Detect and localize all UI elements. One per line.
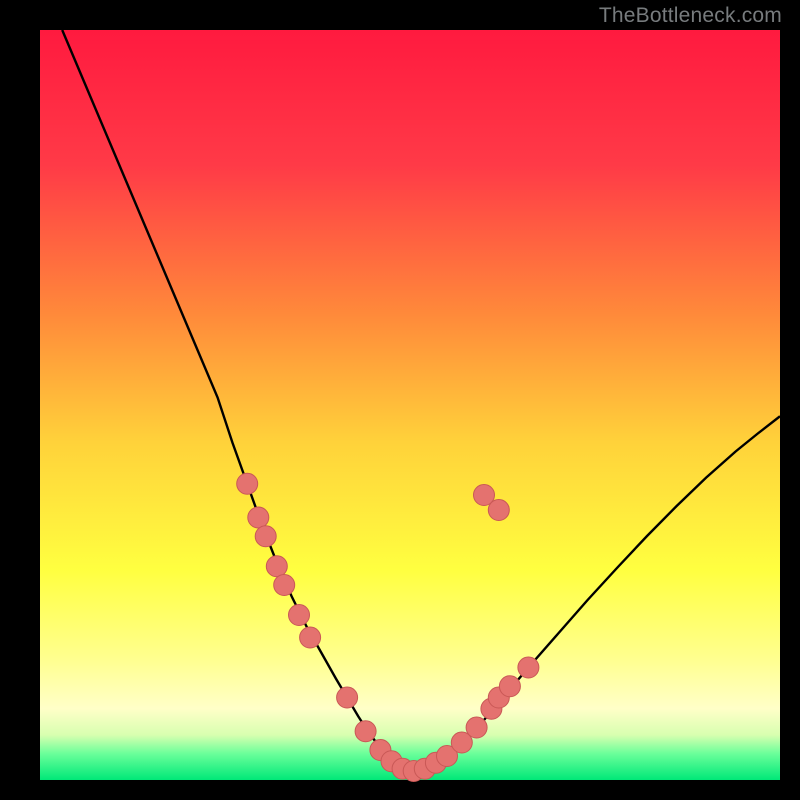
- watermark-text: TheBottleneck.com: [599, 4, 782, 28]
- data-marker: [499, 676, 520, 697]
- data-marker: [300, 627, 321, 648]
- data-marker: [266, 556, 287, 577]
- chart-frame: TheBottleneck.com: [0, 0, 800, 800]
- chart-svg: [40, 30, 780, 780]
- data-marker: [466, 717, 487, 738]
- data-marker: [488, 500, 509, 521]
- data-marker: [274, 575, 295, 596]
- data-marker: [337, 687, 358, 708]
- data-marker: [289, 605, 310, 626]
- plot-area: [40, 30, 780, 780]
- data-marker: [237, 473, 258, 494]
- gradient-background: [40, 30, 780, 780]
- data-marker: [518, 657, 539, 678]
- data-marker: [255, 526, 276, 547]
- data-marker: [248, 507, 269, 528]
- data-marker: [355, 721, 376, 742]
